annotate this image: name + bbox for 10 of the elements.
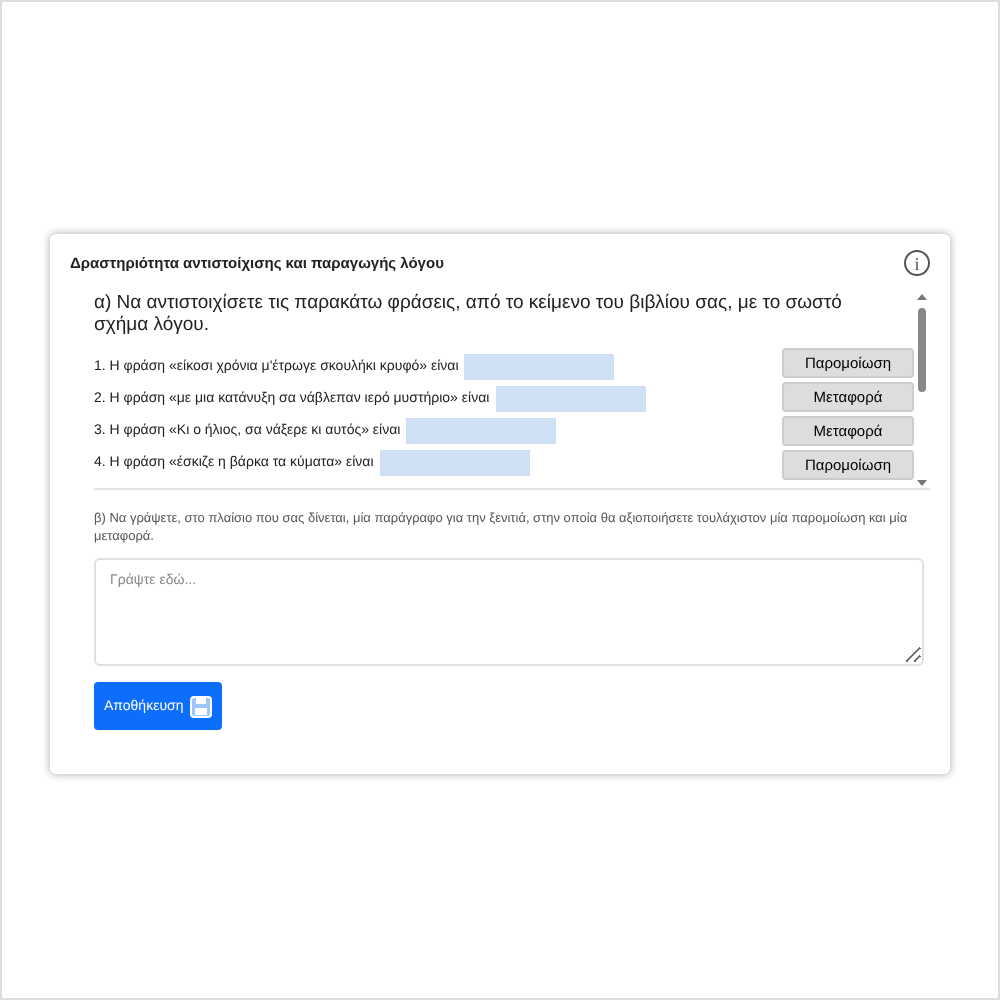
scroll-up-icon[interactable] (916, 292, 928, 302)
drop-zone[interactable] (495, 385, 646, 411)
question-text: α) Να αντιστοιχίσετε τις παρακάτω φράσεις, από το κείμενο του βιβλίου σας, με το σωστό σχήμα λόγου. (94, 292, 844, 336)
scrollbar-thumb[interactable] (918, 308, 926, 392)
drop-zone[interactable] (406, 417, 557, 443)
drop-zone[interactable] (464, 353, 615, 379)
info-icon[interactable]: i (904, 250, 930, 276)
save-icon (189, 695, 212, 717)
scroll-down-icon[interactable] (916, 478, 928, 488)
drop-zone[interactable] (379, 449, 530, 475)
